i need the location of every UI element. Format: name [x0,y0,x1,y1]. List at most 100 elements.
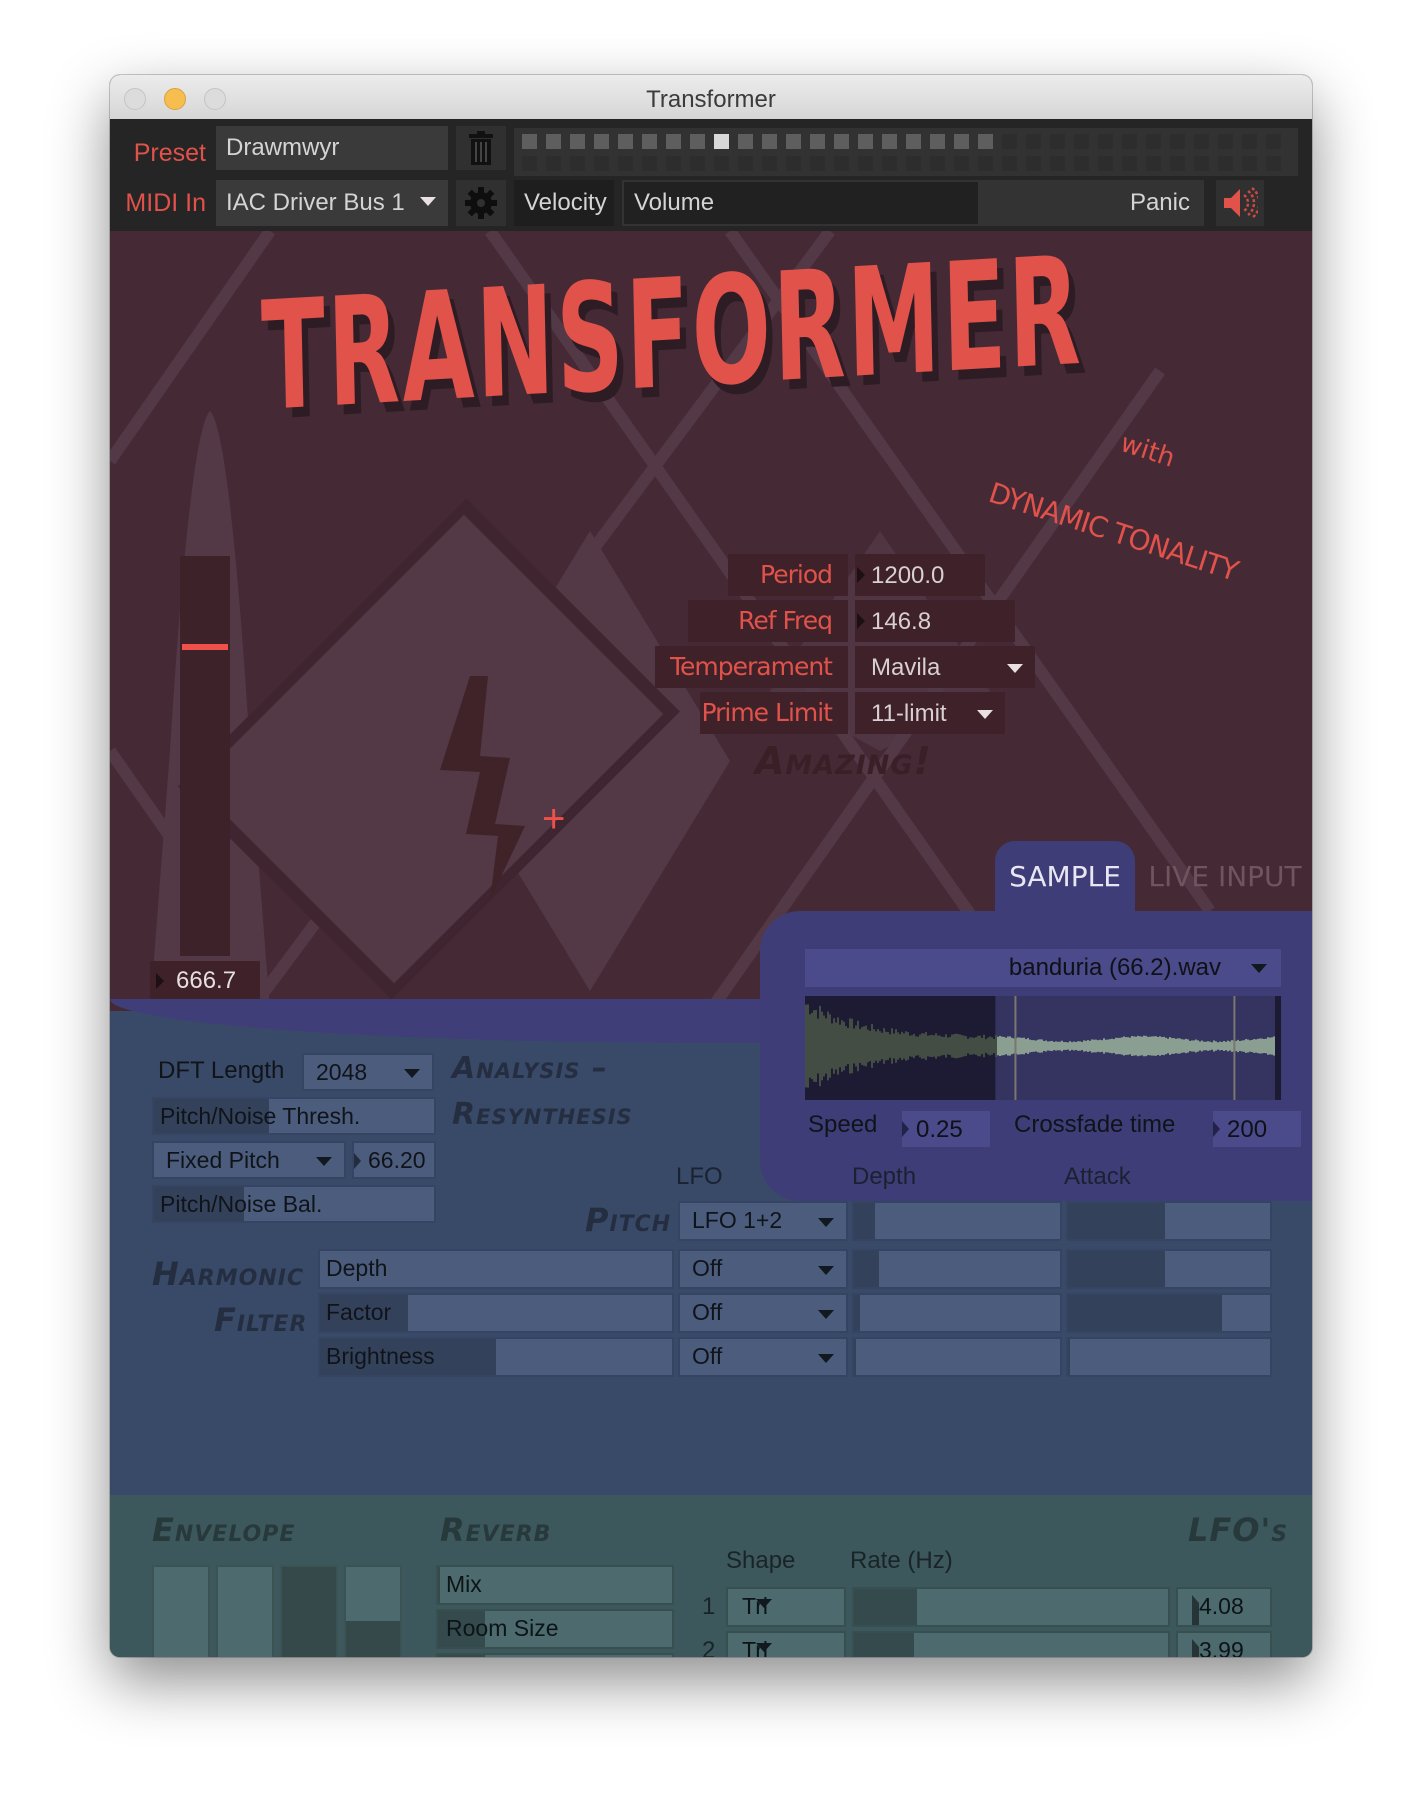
lfo-rate-slider[interactable] [852,1587,1170,1627]
preset-slot-empty[interactable] [1146,156,1161,171]
temperament-dropdown[interactable]: Mavila [855,646,1035,688]
cents-value-field[interactable]: 666.7 [150,961,260,1001]
cents-slider-handle[interactable] [182,644,228,650]
preset-slot-empty[interactable] [1074,156,1089,171]
harmonic-lfo-dropdown[interactable]: Off [678,1337,848,1377]
loop-start-marker[interactable] [1014,996,1017,1100]
pitch-attack-slider[interactable] [1066,1201,1272,1241]
preset-slot-empty[interactable] [978,156,993,171]
preset-slot[interactable] [1002,134,1017,149]
pitch-lfo-dropdown[interactable]: LFO 1+2 [678,1201,848,1241]
preset-slot-empty[interactable] [1266,156,1281,171]
period-field[interactable]: 1200.0 [855,554,985,596]
lfo-shape-dropdown[interactable]: Tri [726,1587,846,1627]
tab-sample[interactable]: SAMPLE [995,841,1135,913]
harmonic-attack-slider[interactable] [1066,1293,1272,1333]
reverb-damping-slider[interactable]: Damping [436,1653,674,1657]
envelope-r-slider[interactable]: R [344,1565,402,1657]
preset-slot[interactable] [1242,134,1257,149]
harmonic-depth-slider[interactable] [852,1337,1062,1377]
lfo-rate-slider[interactable] [852,1631,1170,1657]
preset-slot[interactable] [1098,134,1113,149]
preset-slot[interactable] [522,134,537,149]
preset-slot[interactable] [882,134,897,149]
preset-slot[interactable] [738,134,753,149]
preset-slot[interactable] [906,134,921,149]
preset-slot[interactable] [546,134,561,149]
preset-slot-empty[interactable] [1218,156,1233,171]
preset-slot[interactable] [594,134,609,149]
harmonic-attack-slider[interactable] [1066,1337,1272,1377]
crossfade-field[interactable]: 200 [1213,1111,1301,1147]
preset-slot[interactable] [786,134,801,149]
lfo-rate-field[interactable]: 4.08 [1176,1587,1272,1627]
preset-slot[interactable] [1050,134,1065,149]
fixed-pitch-field[interactable]: 66.20 [352,1141,436,1179]
preset-slot[interactable] [1146,134,1161,149]
midi-device-dropdown[interactable]: IAC Driver Bus 1 [216,180,448,226]
dft-length-dropdown[interactable]: 2048 [302,1053,434,1091]
preset-slot[interactable] [954,134,969,149]
waveform-display[interactable] [805,996,1281,1100]
preset-slot-empty[interactable] [930,156,945,171]
harmonic-lfo-dropdown[interactable]: Off [678,1249,848,1289]
preset-slot-empty[interactable] [1242,156,1257,171]
preset-slot-empty[interactable] [618,156,633,171]
preset-slot-empty[interactable] [1026,156,1041,171]
reverb-mix-slider[interactable]: Mix [436,1565,674,1605]
speed-field[interactable]: 0.25 [902,1111,990,1147]
preset-slot-empty[interactable] [858,156,873,171]
midi-settings-button[interactable] [456,180,506,226]
panic-button[interactable]: Panic [1130,180,1190,226]
preset-slot[interactable] [930,134,945,149]
prime-limit-dropdown[interactable]: 11-limit [855,692,1005,734]
preset-slot[interactable] [666,134,681,149]
delete-preset-button[interactable] [456,126,506,170]
pitch-noise-thresh-slider[interactable]: Pitch/Noise Thresh. [152,1097,436,1135]
preset-slot-empty[interactable] [954,156,969,171]
preset-slot-empty[interactable] [690,156,705,171]
preset-slot[interactable] [570,134,585,149]
preset-slot-empty[interactable] [738,156,753,171]
preset-slot[interactable] [1170,134,1185,149]
cents-slider[interactable] [180,556,230,956]
preset-slot[interactable] [1074,134,1089,149]
preset-slot[interactable] [834,134,849,149]
preset-slot-empty[interactable] [882,156,897,171]
preset-slot-empty[interactable] [522,156,537,171]
preset-slot-empty[interactable] [666,156,681,171]
harmonic-attack-slider[interactable] [1066,1249,1272,1289]
pitch-depth-slider[interactable] [852,1201,1062,1241]
preset-slot[interactable] [762,134,777,149]
envelope-s-slider[interactable]: S [280,1565,338,1657]
preset-slot-empty[interactable] [1122,156,1137,171]
envelope-d-slider[interactable]: D [216,1565,274,1657]
harmonic-lfo-dropdown[interactable]: Off [678,1293,848,1333]
harmonic-depth-slider[interactable]: Depth [318,1249,674,1289]
lfo-shape-dropdown[interactable]: Tri [726,1631,846,1657]
preset-slot-empty[interactable] [714,156,729,171]
preset-slot[interactable] [690,134,705,149]
harmonic-depth-slider[interactable] [852,1249,1062,1289]
harmonic-factor-slider[interactable]: Factor [318,1293,674,1333]
preset-slot[interactable] [1026,134,1041,149]
preset-slot-empty[interactable] [762,156,777,171]
preset-slot-empty[interactable] [642,156,657,171]
preset-slot-grid[interactable] [514,128,1298,176]
preset-slot[interactable] [978,134,993,149]
preset-slot[interactable] [714,134,729,149]
pitch-mode-dropdown[interactable]: Fixed Pitch [152,1141,346,1179]
preset-slot[interactable] [642,134,657,149]
preset-slot-empty[interactable] [1050,156,1065,171]
preset-slot[interactable] [1266,134,1281,149]
preset-slot-empty[interactable] [1098,156,1113,171]
ref-freq-field[interactable]: 146.8 [855,600,1015,642]
preset-slot[interactable] [618,134,633,149]
tab-live-input[interactable]: LIVE INPUT [1140,841,1310,913]
preset-slot-empty[interactable] [786,156,801,171]
preset-name-field[interactable]: Drawmwyr [216,126,448,170]
preset-slot-empty[interactable] [546,156,561,171]
preset-slot-empty[interactable] [1194,156,1209,171]
sample-file-dropdown[interactable]: banduria (66.2).wav [805,949,1281,987]
preset-slot-empty[interactable] [810,156,825,171]
